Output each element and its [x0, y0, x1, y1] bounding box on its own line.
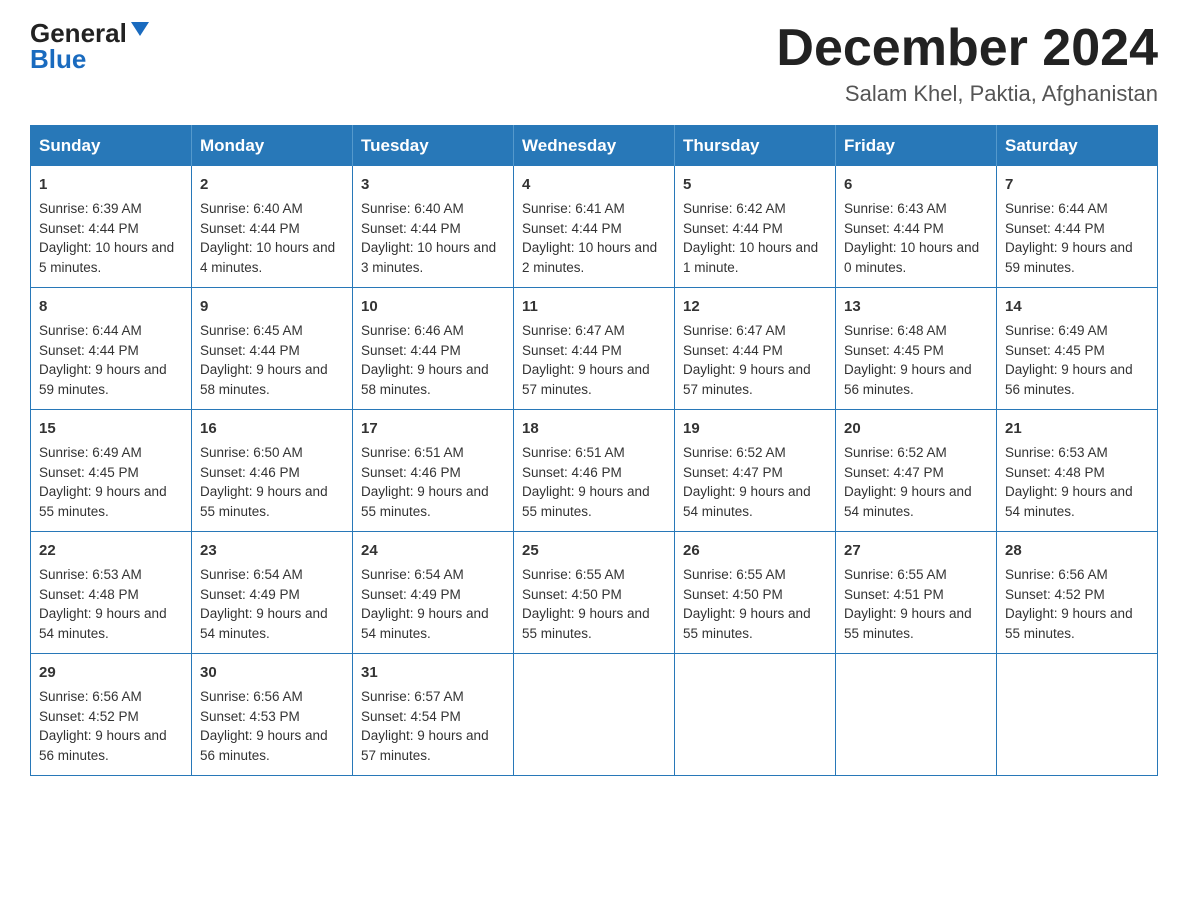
calendar-cell: 24Sunrise: 6:54 AMSunset: 4:49 PMDayligh… [353, 532, 514, 654]
calendar-cell: 8Sunrise: 6:44 AMSunset: 4:44 PMDaylight… [31, 288, 192, 410]
col-header-monday: Monday [192, 126, 353, 167]
calendar-cell: 13Sunrise: 6:48 AMSunset: 4:45 PMDayligh… [836, 288, 997, 410]
day-number: 5 [683, 174, 827, 196]
calendar-cell: 17Sunrise: 6:51 AMSunset: 4:46 PMDayligh… [353, 410, 514, 532]
logo-blue-text: Blue [30, 46, 86, 72]
calendar-cell: 18Sunrise: 6:51 AMSunset: 4:46 PMDayligh… [514, 410, 675, 532]
calendar-cell: 5Sunrise: 6:42 AMSunset: 4:44 PMDaylight… [675, 166, 836, 288]
day-number: 9 [200, 296, 344, 318]
calendar-cell: 23Sunrise: 6:54 AMSunset: 4:49 PMDayligh… [192, 532, 353, 654]
logo-triangle-icon [131, 22, 149, 36]
calendar-cell: 16Sunrise: 6:50 AMSunset: 4:46 PMDayligh… [192, 410, 353, 532]
title-area: December 2024 Salam Khel, Paktia, Afghan… [776, 20, 1158, 107]
calendar-cell: 3Sunrise: 6:40 AMSunset: 4:44 PMDaylight… [353, 166, 514, 288]
day-number: 14 [1005, 296, 1149, 318]
day-number: 20 [844, 418, 988, 440]
calendar-cell: 28Sunrise: 6:56 AMSunset: 4:52 PMDayligh… [997, 532, 1158, 654]
calendar-cell: 27Sunrise: 6:55 AMSunset: 4:51 PMDayligh… [836, 532, 997, 654]
day-number: 16 [200, 418, 344, 440]
calendar-cell: 6Sunrise: 6:43 AMSunset: 4:44 PMDaylight… [836, 166, 997, 288]
day-number: 23 [200, 540, 344, 562]
col-header-saturday: Saturday [997, 126, 1158, 167]
day-number: 19 [683, 418, 827, 440]
col-header-wednesday: Wednesday [514, 126, 675, 167]
month-title: December 2024 [776, 20, 1158, 77]
col-header-thursday: Thursday [675, 126, 836, 167]
calendar-table: SundayMondayTuesdayWednesdayThursdayFrid… [30, 125, 1158, 776]
day-number: 28 [1005, 540, 1149, 562]
calendar-cell: 29Sunrise: 6:56 AMSunset: 4:52 PMDayligh… [31, 654, 192, 776]
calendar-week-row: 15Sunrise: 6:49 AMSunset: 4:45 PMDayligh… [31, 410, 1158, 532]
calendar-week-row: 29Sunrise: 6:56 AMSunset: 4:52 PMDayligh… [31, 654, 1158, 776]
calendar-cell: 4Sunrise: 6:41 AMSunset: 4:44 PMDaylight… [514, 166, 675, 288]
calendar-cell: 26Sunrise: 6:55 AMSunset: 4:50 PMDayligh… [675, 532, 836, 654]
day-number: 1 [39, 174, 183, 196]
logo: General Blue [30, 20, 149, 72]
day-number: 4 [522, 174, 666, 196]
day-number: 7 [1005, 174, 1149, 196]
day-number: 3 [361, 174, 505, 196]
calendar-cell: 25Sunrise: 6:55 AMSunset: 4:50 PMDayligh… [514, 532, 675, 654]
calendar-cell: 1Sunrise: 6:39 AMSunset: 4:44 PMDaylight… [31, 166, 192, 288]
col-header-sunday: Sunday [31, 126, 192, 167]
calendar-cell [675, 654, 836, 776]
col-header-tuesday: Tuesday [353, 126, 514, 167]
calendar-cell: 9Sunrise: 6:45 AMSunset: 4:44 PMDaylight… [192, 288, 353, 410]
day-number: 26 [683, 540, 827, 562]
calendar-cell: 15Sunrise: 6:49 AMSunset: 4:45 PMDayligh… [31, 410, 192, 532]
calendar-week-row: 8Sunrise: 6:44 AMSunset: 4:44 PMDaylight… [31, 288, 1158, 410]
location-title: Salam Khel, Paktia, Afghanistan [776, 81, 1158, 107]
day-number: 15 [39, 418, 183, 440]
calendar-cell: 14Sunrise: 6:49 AMSunset: 4:45 PMDayligh… [997, 288, 1158, 410]
calendar-cell: 30Sunrise: 6:56 AMSunset: 4:53 PMDayligh… [192, 654, 353, 776]
day-number: 27 [844, 540, 988, 562]
day-number: 12 [683, 296, 827, 318]
calendar-cell: 2Sunrise: 6:40 AMSunset: 4:44 PMDaylight… [192, 166, 353, 288]
day-number: 6 [844, 174, 988, 196]
day-number: 24 [361, 540, 505, 562]
calendar-cell: 22Sunrise: 6:53 AMSunset: 4:48 PMDayligh… [31, 532, 192, 654]
calendar-week-row: 1Sunrise: 6:39 AMSunset: 4:44 PMDaylight… [31, 166, 1158, 288]
day-number: 25 [522, 540, 666, 562]
day-number: 17 [361, 418, 505, 440]
calendar-cell: 21Sunrise: 6:53 AMSunset: 4:48 PMDayligh… [997, 410, 1158, 532]
calendar-cell: 10Sunrise: 6:46 AMSunset: 4:44 PMDayligh… [353, 288, 514, 410]
calendar-week-row: 22Sunrise: 6:53 AMSunset: 4:48 PMDayligh… [31, 532, 1158, 654]
page-header: General Blue December 2024 Salam Khel, P… [30, 20, 1158, 107]
calendar-cell [836, 654, 997, 776]
calendar-cell: 12Sunrise: 6:47 AMSunset: 4:44 PMDayligh… [675, 288, 836, 410]
col-header-friday: Friday [836, 126, 997, 167]
calendar-cell: 20Sunrise: 6:52 AMSunset: 4:47 PMDayligh… [836, 410, 997, 532]
calendar-cell [997, 654, 1158, 776]
day-number: 13 [844, 296, 988, 318]
day-number: 11 [522, 296, 666, 318]
day-number: 21 [1005, 418, 1149, 440]
day-number: 8 [39, 296, 183, 318]
day-number: 22 [39, 540, 183, 562]
calendar-cell: 31Sunrise: 6:57 AMSunset: 4:54 PMDayligh… [353, 654, 514, 776]
calendar-cell: 19Sunrise: 6:52 AMSunset: 4:47 PMDayligh… [675, 410, 836, 532]
day-number: 29 [39, 662, 183, 684]
day-number: 18 [522, 418, 666, 440]
calendar-cell [514, 654, 675, 776]
calendar-cell: 11Sunrise: 6:47 AMSunset: 4:44 PMDayligh… [514, 288, 675, 410]
day-number: 10 [361, 296, 505, 318]
day-number: 2 [200, 174, 344, 196]
day-number: 31 [361, 662, 505, 684]
calendar-header-row: SundayMondayTuesdayWednesdayThursdayFrid… [31, 126, 1158, 167]
logo-general-text: General [30, 20, 127, 46]
calendar-cell: 7Sunrise: 6:44 AMSunset: 4:44 PMDaylight… [997, 166, 1158, 288]
day-number: 30 [200, 662, 344, 684]
